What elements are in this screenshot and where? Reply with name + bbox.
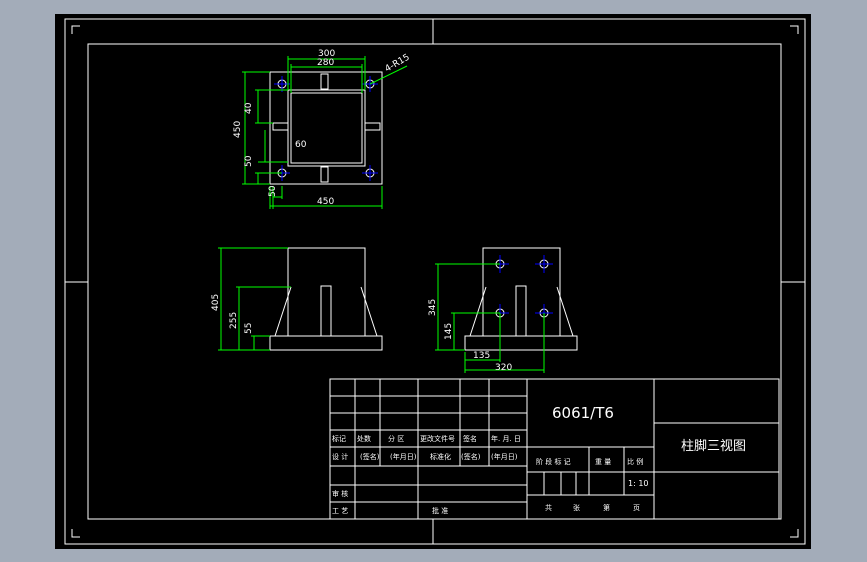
dim-width-450: 450 <box>317 197 334 207</box>
rev-header-row: 标记 处数 分 区 更改文件号 签名 年. 月. 日 <box>332 434 521 443</box>
rev-header-docno: 更改文件号 <box>420 434 455 443</box>
dim-height-345: 345 <box>428 299 438 316</box>
front-view-dim-labels: 405 255 55 <box>211 294 254 334</box>
dim-inner-width: 280 <box>317 58 334 68</box>
standardization-date: (年月日) <box>491 452 518 461</box>
top-view-dim-labels: 300 280 4-R15 40 450 60 50 50 450 <box>233 49 412 207</box>
dim-offset-135: 135 <box>473 351 490 361</box>
design-row: 设 计 (签名) (年月日) 标准化 (签名) (年月日) <box>332 452 518 461</box>
side-view: 345 145 135 320 <box>428 247 578 373</box>
dim-side-50-horizontal: 50 <box>268 185 278 197</box>
dim-holes: 4-R15 <box>384 53 412 75</box>
sheet-row: 共 张 第 页 <box>545 503 640 512</box>
stage-mark-label: 阶 段 标 记 <box>536 457 571 466</box>
side-view-centerlines <box>491 255 553 322</box>
rev-header-count: 处数 <box>357 434 371 443</box>
sheet-unit-label: 张 <box>573 503 580 512</box>
design-sign: (签名) <box>360 452 380 461</box>
sheet-index-label: 第 <box>603 503 610 512</box>
stage-header-row: 阶 段 标 记 重 量 比 例 <box>536 457 643 466</box>
rev-header-sign: 签名 <box>463 434 477 443</box>
process-label: 工 艺 <box>332 507 348 515</box>
sheet-total-label: 共 <box>545 503 552 512</box>
front-view-dimensions <box>218 247 291 351</box>
design-label: 设 计 <box>332 452 348 461</box>
dim-rib-height: 255 <box>229 312 239 329</box>
dim-side-50-vertical: 50 <box>244 155 254 167</box>
dim-width-320: 320 <box>495 363 512 373</box>
dim-side-40: 40 <box>244 102 254 114</box>
title-block: 6061/T6 柱脚三视图 1: 10 标记 处数 分 区 更改文件号 签名 年… <box>329 378 780 520</box>
drawing-title: 柱脚三视图 <box>681 438 746 454</box>
approve-label: 批 准 <box>432 506 448 515</box>
scale-value: 1: 10 <box>628 479 649 488</box>
dim-height-145: 145 <box>444 323 454 340</box>
dim-rib-60: 60 <box>295 140 307 150</box>
front-view: 405 255 55 <box>211 247 383 351</box>
review-label: 审 核 <box>332 489 348 498</box>
rev-header-mark: 标记 <box>332 434 346 443</box>
design-date: (年月日) <box>390 452 417 461</box>
dim-slot-55: 55 <box>244 323 254 334</box>
sheet-border <box>64 18 806 545</box>
weight-label: 重 量 <box>595 458 611 466</box>
side-view-geometry <box>464 247 578 351</box>
rev-header-zone: 分 区 <box>388 434 404 443</box>
top-view: 300 280 4-R15 40 450 60 50 50 450 <box>233 49 412 209</box>
dim-height-450: 450 <box>233 121 243 138</box>
material-label: 6061/T6 <box>552 404 614 422</box>
front-view-geometry <box>269 247 383 351</box>
standardization-label: 标准化 <box>430 452 451 461</box>
drawing-sheet: 300 280 4-R15 40 450 60 50 50 450 405 25… <box>64 18 806 545</box>
scale-label: 比 例 <box>627 457 643 466</box>
rev-header-date: 年. 月. 日 <box>491 434 521 443</box>
sheet-page-label: 页 <box>633 504 640 512</box>
dim-overall-height: 405 <box>211 294 221 311</box>
cad-drawing-canvas: 300 280 4-R15 40 450 60 50 50 450 405 25… <box>55 14 811 549</box>
standardization-sign: (签名) <box>461 452 481 461</box>
